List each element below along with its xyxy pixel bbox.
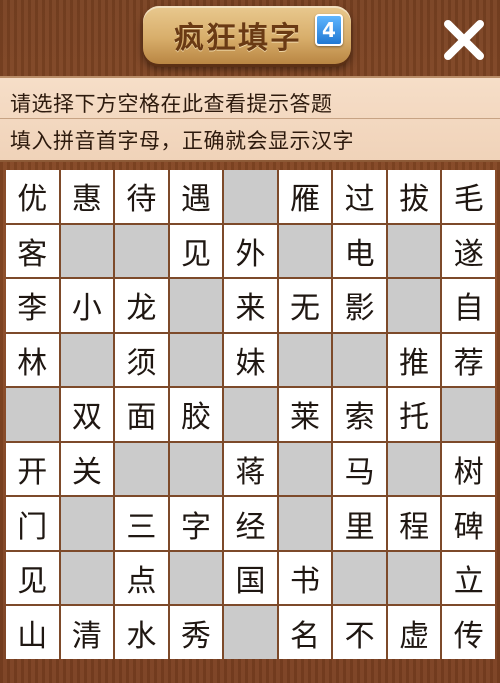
grid-cell-filled[interactable]: 立 (442, 551, 495, 605)
grid-cell-filled[interactable]: 清 (60, 606, 114, 659)
grid-cell-filled[interactable]: 推 (387, 333, 441, 387)
grid-cell-blank[interactable] (333, 333, 386, 387)
crossword-grid: 优惠待遇雁过拔毛客见外电遂李小龙来无影自林须妹推荐双面胶莱索托开关蒋马树门三字经… (6, 170, 495, 659)
grid-cell-blank[interactable] (115, 224, 168, 278)
grid-cell-filled[interactable]: 点 (115, 551, 168, 605)
grid-cell-blank[interactable] (115, 442, 168, 496)
grid-cell-filled[interactable]: 见 (169, 224, 223, 278)
grid-cell-blank[interactable] (60, 333, 114, 387)
grid-cell-blank[interactable] (60, 551, 114, 605)
grid-cell-filled[interactable]: 林 (6, 333, 59, 387)
grid-cell-filled[interactable]: 李 (6, 279, 59, 332)
grid-cell-filled[interactable]: 雁 (278, 170, 332, 223)
grid-cell-filled[interactable]: 来 (224, 279, 277, 332)
grid-cell-filled[interactable]: 水 (115, 606, 168, 659)
grid-cell-filled[interactable]: 遇 (169, 170, 223, 223)
grid-cell-filled[interactable]: 传 (442, 606, 495, 659)
grid-cell-filled[interactable]: 小 (60, 279, 114, 332)
grid-cell-filled[interactable]: 山 (6, 606, 59, 659)
grid-cell-blank[interactable] (224, 388, 277, 441)
hint-text-secondary: 填入拼音首字母，正确就会显示汉字 (10, 129, 354, 153)
grid-cell-blank[interactable] (169, 551, 223, 605)
grid-cell-blank[interactable] (6, 388, 59, 441)
hint-text-primary: 请选择下方空格在此查看提示答题 (10, 92, 333, 116)
close-button[interactable] (438, 14, 490, 66)
grid-cell-filled[interactable]: 名 (278, 606, 332, 659)
grid-cell-filled[interactable]: 毛 (442, 170, 495, 223)
grid-cell-filled[interactable]: 莱 (278, 388, 332, 441)
grid-cell-blank[interactable] (60, 497, 114, 550)
hint-divider (0, 118, 500, 119)
level-badge: 4 (315, 14, 343, 46)
grid-cell-filled[interactable]: 遂 (442, 224, 495, 278)
grid-cell-filled[interactable]: 须 (115, 333, 168, 387)
grid-cell-filled[interactable]: 秀 (169, 606, 223, 659)
grid-cell-filled[interactable]: 影 (333, 279, 386, 332)
grid-cell-filled[interactable]: 优 (6, 170, 59, 223)
grid-cell-filled[interactable]: 惠 (60, 170, 114, 223)
game-screen: 疯狂填字 4 请选择下方空格在此查看提示答题 填入拼音首字母，正确就会显示汉字 … (0, 0, 500, 683)
grid-cell-filled[interactable]: 程 (387, 497, 441, 550)
grid-cell-filled[interactable]: 客 (6, 224, 59, 278)
grid-cell-filled[interactable]: 经 (224, 497, 277, 550)
grid-cell-filled[interactable]: 马 (333, 442, 386, 496)
grid-cell-filled[interactable]: 国 (224, 551, 277, 605)
header: 疯狂填字 4 (0, 0, 500, 76)
grid-cell-filled[interactable]: 虚 (387, 606, 441, 659)
grid-cell-filled[interactable]: 胶 (169, 388, 223, 441)
game-title: 疯狂填字 (174, 21, 302, 56)
grid-cell-filled[interactable]: 书 (278, 551, 332, 605)
hint-panel: 请选择下方空格在此查看提示答题 填入拼音首字母，正确就会显示汉字 (0, 76, 500, 162)
grid-cell-blank[interactable] (169, 333, 223, 387)
grid-cell-filled[interactable]: 见 (6, 551, 59, 605)
grid-cell-blank[interactable] (278, 224, 332, 278)
grid-cell-filled[interactable]: 拔 (387, 170, 441, 223)
grid-cell-filled[interactable]: 过 (333, 170, 386, 223)
grid-cell-blank[interactable] (278, 497, 332, 550)
grid-cell-blank[interactable] (224, 606, 277, 659)
grid-cell-filled[interactable]: 树 (442, 442, 495, 496)
grid-cell-filled[interactable]: 双 (60, 388, 114, 441)
grid-cell-filled[interactable]: 待 (115, 170, 168, 223)
close-icon (444, 20, 484, 60)
grid-cell-filled[interactable]: 关 (60, 442, 114, 496)
grid-cell-blank[interactable] (169, 442, 223, 496)
grid-cell-blank[interactable] (60, 224, 114, 278)
grid-cell-filled[interactable]: 碑 (442, 497, 495, 550)
grid-cell-blank[interactable] (169, 279, 223, 332)
grid-cell-filled[interactable]: 开 (6, 442, 59, 496)
grid-cell-filled[interactable]: 无 (278, 279, 332, 332)
title-plaque: 疯狂填字 4 (143, 6, 351, 64)
grid-cell-filled[interactable]: 不 (333, 606, 386, 659)
grid-cell-blank[interactable] (387, 551, 441, 605)
grid-cell-filled[interactable]: 龙 (115, 279, 168, 332)
grid-cell-filled[interactable]: 妹 (224, 333, 277, 387)
grid-cell-blank[interactable] (387, 279, 441, 332)
grid-cell-blank[interactable] (387, 442, 441, 496)
grid-cell-filled[interactable]: 托 (387, 388, 441, 441)
grid-cell-blank[interactable] (278, 442, 332, 496)
grid-cell-blank[interactable] (442, 388, 495, 441)
grid-cell-filled[interactable]: 字 (169, 497, 223, 550)
grid-cell-blank[interactable] (278, 333, 332, 387)
grid-cell-filled[interactable]: 面 (115, 388, 168, 441)
grid-cell-filled[interactable]: 索 (333, 388, 386, 441)
grid-cell-filled[interactable]: 外 (224, 224, 277, 278)
grid-cell-filled[interactable]: 蒋 (224, 442, 277, 496)
grid-cell-filled[interactable]: 荐 (442, 333, 495, 387)
grid-cell-filled[interactable]: 三 (115, 497, 168, 550)
grid-cell-filled[interactable]: 自 (442, 279, 495, 332)
grid-cell-blank[interactable] (387, 224, 441, 278)
grid-cell-blank[interactable] (224, 170, 277, 223)
grid-cell-filled[interactable]: 里 (333, 497, 386, 550)
grid-cell-filled[interactable]: 门 (6, 497, 59, 550)
grid-cell-blank[interactable] (333, 551, 386, 605)
grid-cell-filled[interactable]: 电 (333, 224, 386, 278)
